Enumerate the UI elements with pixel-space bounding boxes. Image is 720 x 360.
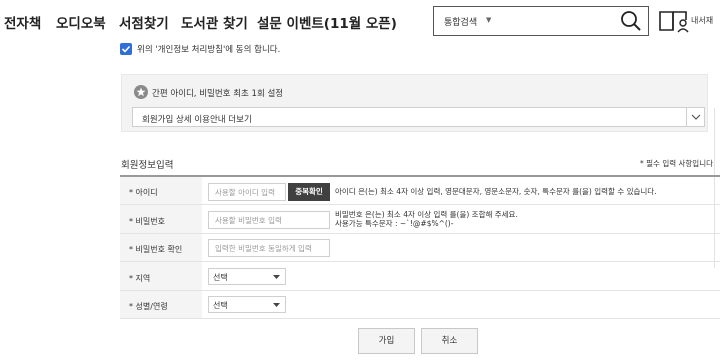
nav-item-find-bookstore[interactable]: 서점찾기 [119,12,169,32]
region-select-value: 선택 [213,273,228,282]
chevron-down-icon: ▼ [486,16,492,24]
password-confirm-input[interactable] [208,239,330,257]
simple-id-panel: 간편 아이디, 비밀번호 최초 1회 설정 회원가입 상세 이용안내 더보기 [121,74,708,132]
id-label: * 아이디 [129,188,158,197]
label-cell: * 비밀번호 확인 [120,234,202,261]
required-note: * 필수 입력 사항입니다 [640,159,714,168]
chevron-down-icon[interactable] [686,108,704,126]
search-box[interactable]: 통합검색 ▼ [433,6,649,36]
form-row-password-confirm: * 비밀번호 확인 [120,234,720,262]
region-label: * 지역 [129,274,151,283]
star-icon [134,85,148,99]
my-library-icon[interactable] [658,8,692,34]
top-nav: 전자책 오디오북 서점찾기 도서관 찾기 설문 이벤트(11월 오픈) 통합검색… [0,0,720,42]
join-guide-select[interactable]: 회원가입 상세 이용안내 더보기 [132,107,705,127]
gender-age-select-value: 선택 [213,301,228,310]
id-input[interactable] [208,183,286,201]
privacy-agree-label: 위의 '개인정보 처리방침'에 동의 합니다. [137,45,281,55]
id-hint: 아이디 은(는) 최소 4자 이상 입력, 영문대문자, 영문소문자, 숫자, … [335,187,657,196]
my-library-label[interactable]: 내서재 [691,15,713,26]
nav-item-ebook[interactable]: 전자책 [4,12,41,32]
password-confirm-label: * 비밀번호 확인 [129,245,183,254]
label-cell: * 성별/연령 [120,291,202,318]
member-info-form: * 아이디 중복확인 아이디 은(는) 최소 4자 이상 입력, 영문대문자, … [120,175,720,319]
form-row-region: * 지역 선택 [120,262,720,291]
form-row-password: * 비밀번호 비밀번호 은(는) 최소 4자 이상 입력 를(을) 조합해 주세… [120,205,720,234]
member-info-title: 회원정보입력 [121,160,174,171]
nav-item-find-library[interactable]: 도서관 찾기 [181,12,248,32]
cancel-button[interactable]: 취소 [421,328,478,354]
chevron-down-icon [273,275,280,279]
privacy-agree-checkbox[interactable] [120,43,132,55]
simple-id-title: 간편 아이디, 비밀번호 최초 1회 설정 [152,89,284,99]
form-row-id: * 아이디 중복확인 아이디 은(는) 최소 4자 이상 입력, 영문대문자, … [120,177,720,205]
password-special-chars: 사용가능 특수문자 : ~`!@#$%^()- [335,219,454,228]
search-scope-select[interactable]: 통합검색 [444,15,477,28]
nav-item-audiobook[interactable]: 오디오북 [56,12,106,32]
label-cell: * 비밀번호 [120,205,202,233]
duplicate-check-button[interactable]: 중복확인 [288,183,330,201]
nav-item-survey-event[interactable]: 설문 이벤트(11월 오픈) [257,12,397,32]
gender-age-label: * 성별/연령 [129,302,168,311]
form-row-gender-age: * 성별/연령 선택 [120,291,720,319]
label-cell: * 지역 [120,262,202,290]
chevron-down-icon [273,303,280,307]
check-icon [121,45,131,53]
gender-age-select[interactable]: 선택 [208,296,286,313]
password-input[interactable] [208,211,330,229]
region-select[interactable]: 선택 [208,268,286,285]
label-cell: * 아이디 [120,177,202,204]
join-button[interactable]: 가입 [358,328,415,354]
join-guide-select-value: 회원가입 상세 이용안내 더보기 [142,115,252,125]
password-label: * 비밀번호 [129,217,165,226]
search-icon[interactable] [620,10,642,32]
